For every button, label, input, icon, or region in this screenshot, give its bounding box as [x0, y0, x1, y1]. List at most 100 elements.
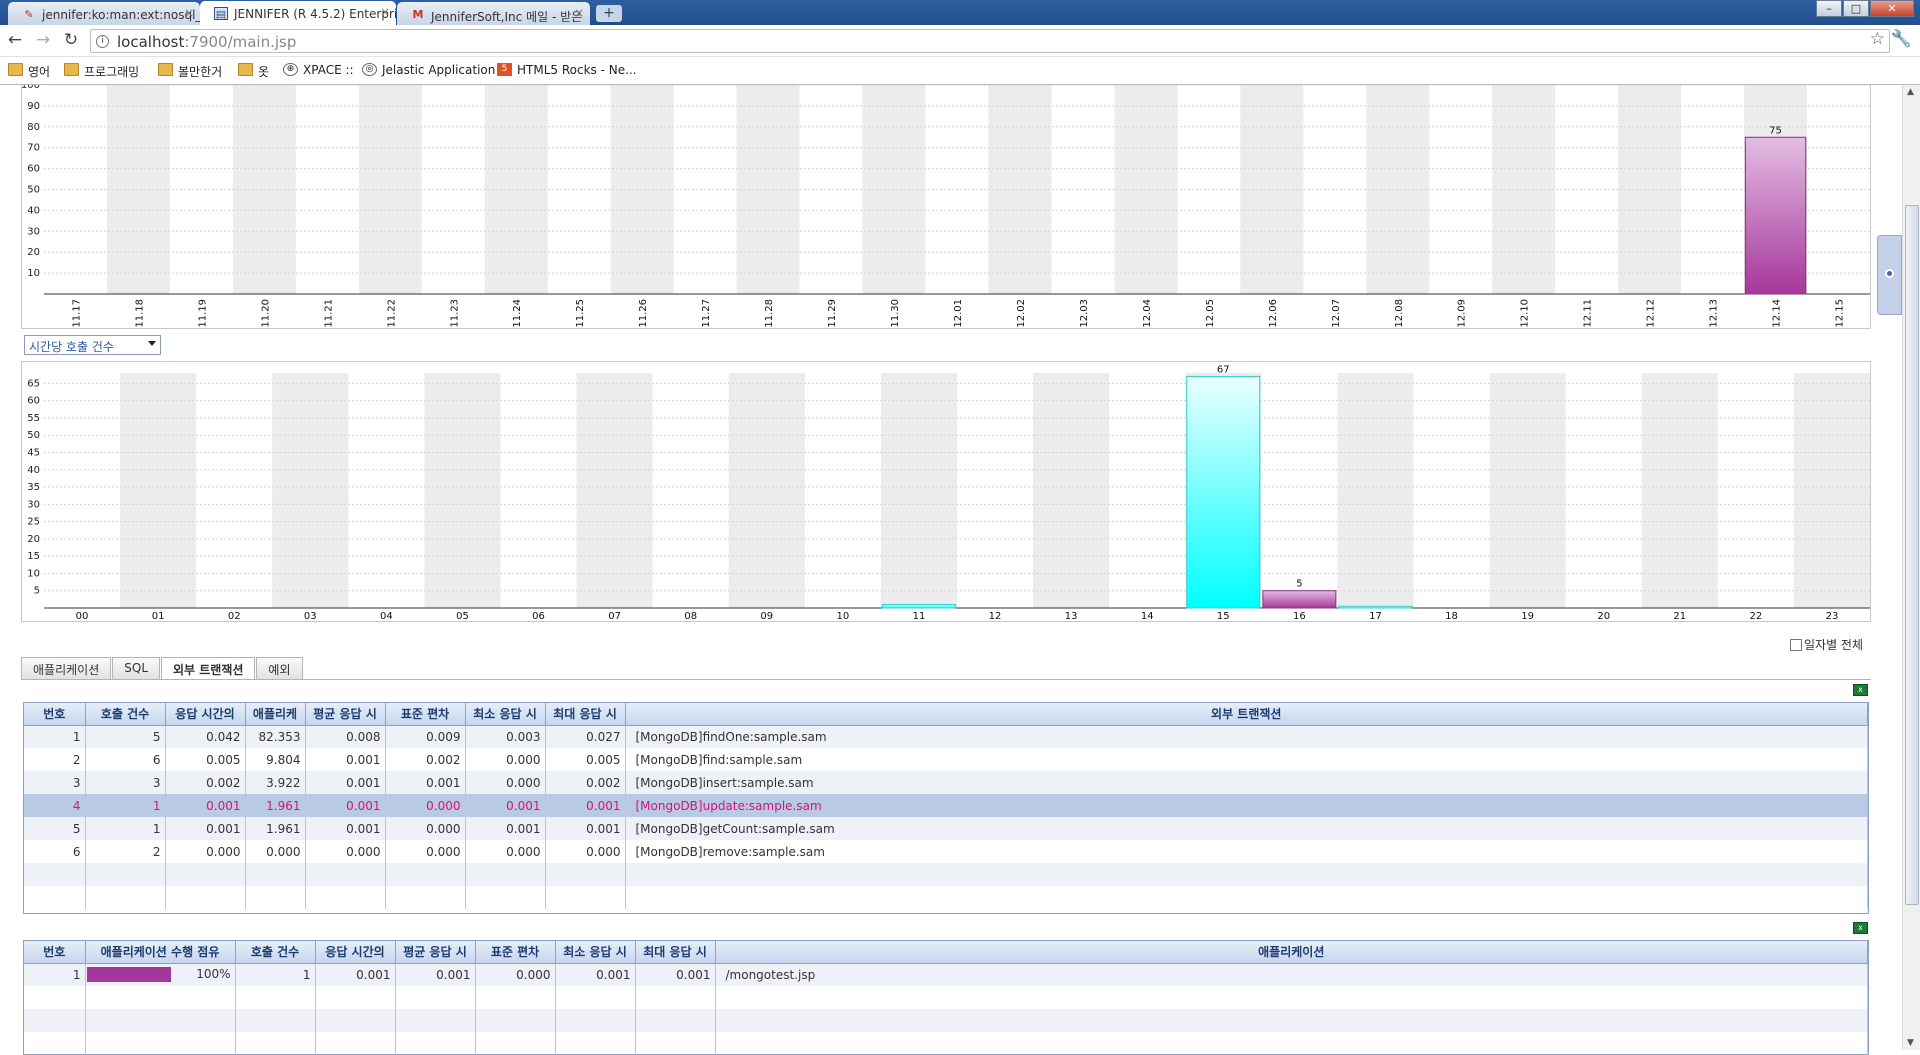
- table-row[interactable]: 1 100% 1 0.001 0.001 0.000 0.001 0.001/mongotes…: [24, 963, 1868, 986]
- table-row[interactable]: 6 2 0.000 0.000 0.000 0.000 0.000 0.000 [MongoDB…: [24, 840, 1868, 863]
- column-header[interactable]: 응답 시간의: [165, 703, 246, 726]
- table-row[interactable]: 1 5 0.042 82.353 0.008 0.009 0.003 0.027 [MongoD…: [24, 725, 1868, 748]
- table-row[interactable]: 3 3 0.002 3.922 0.001 0.001 0.000 0.002 [MongoDB…: [24, 771, 1868, 794]
- x-tick-label: 11.17: [71, 299, 82, 328]
- new-tab-button[interactable]: +: [596, 5, 622, 22]
- bar[interactable]: [1338, 605, 1413, 609]
- address-bar[interactable]: i localhost:7900/main.jsp: [90, 29, 1890, 53]
- table-cell: 6: [24, 840, 86, 863]
- column-header[interactable]: 표준 편차: [385, 703, 466, 726]
- band-shade: [1793, 373, 1870, 608]
- band-shade: [1337, 373, 1414, 608]
- bar[interactable]: [1262, 590, 1337, 609]
- y-tick-label: 20: [27, 534, 40, 545]
- bookmark-star-icon[interactable]: ☆: [1870, 29, 1885, 49]
- table-cell: 0.000: [465, 748, 546, 771]
- page-scrollbar[interactable]: ▲ ▼: [1902, 85, 1920, 1050]
- scrollbar-thumb[interactable]: [1905, 205, 1919, 905]
- browser-tab-jennifer[interactable]: ▤ JENNIFER (R 4.5.2) Enterpri ×: [200, 1, 396, 25]
- wrench-menu-icon[interactable]: 🔧: [1891, 29, 1912, 49]
- column-header[interactable]: 애플리케이션: [715, 941, 1868, 964]
- bookmark-jelastic[interactable]: ◎ Jelastic Application: [362, 63, 495, 77]
- column-header[interactable]: 애플리케: [245, 703, 306, 726]
- browser-tab-wiki[interactable]: ✎ jennifer:ko:man:ext:nosql_n ×: [8, 2, 200, 25]
- minimize-button[interactable]: –: [1816, 0, 1842, 17]
- table-cell: 3.922: [245, 771, 306, 794]
- table-cell: 1: [85, 817, 166, 840]
- column-header[interactable]: 평균 응답 시: [395, 941, 476, 964]
- scroll-down-arrow-icon[interactable]: ▼: [1907, 1038, 1914, 1048]
- bookmark-xpace[interactable]: ⊕ XPACE ::: [283, 63, 354, 77]
- tab-sql[interactable]: SQL: [112, 657, 160, 679]
- x-tick-label: 12: [989, 611, 1002, 622]
- x-tick-label: 12.15: [1835, 299, 1846, 328]
- tab-external-transaction[interactable]: 외부 트랜잭션: [161, 657, 256, 680]
- column-header[interactable]: 번호: [24, 703, 86, 726]
- table-cell: [85, 886, 166, 909]
- table-cell: [715, 1009, 1868, 1032]
- bookmark-worth-watching[interactable]: 볼만한거: [158, 63, 222, 80]
- column-header[interactable]: 최대 응답 시: [545, 703, 626, 726]
- tab-application[interactable]: 애플리케이션: [21, 657, 112, 679]
- column-header[interactable]: 응답 시간의: [315, 941, 396, 964]
- excel-export-icon[interactable]: x: [1853, 922, 1868, 934]
- column-header[interactable]: 최대 응답 시: [635, 941, 716, 964]
- bookmark-english[interactable]: 영어: [8, 63, 50, 80]
- x-tick-label: 09: [760, 611, 773, 622]
- close-window-button[interactable]: ✕: [1870, 0, 1914, 17]
- table-row[interactable]: 2 6 0.005 9.804 0.001 0.002 0.000 0.005 [MongoDB…: [24, 748, 1868, 771]
- bar[interactable]: [1186, 375, 1261, 609]
- column-header[interactable]: 외부 트랜잭션: [625, 703, 1868, 726]
- table-cell: 0.001: [165, 817, 246, 840]
- close-icon[interactable]: ×: [380, 5, 390, 19]
- table-cell: 9.804: [245, 748, 306, 771]
- excel-export-icon[interactable]: x: [1853, 684, 1868, 696]
- x-tick-label: 12.05: [1205, 299, 1216, 328]
- maximize-button[interactable]: □: [1843, 0, 1869, 17]
- y-tick-label: 60: [27, 164, 40, 175]
- hourly-metric-select[interactable]: 시간당 호출 건수: [24, 335, 161, 355]
- y-tick-label: 30: [27, 226, 40, 237]
- column-header[interactable]: 호출 건수: [85, 703, 166, 726]
- checkbox-icon[interactable]: [1790, 639, 1802, 651]
- browser-tab-mail[interactable]: M JenniferSoft,Inc 메일 - 받은 ×: [397, 2, 590, 25]
- table-row[interactable]: 5 1 0.001 1.961 0.001 0.000 0.001 0.001 [MongoDB…: [24, 817, 1868, 840]
- table-cell: [245, 863, 306, 886]
- table-cell: 1: [24, 963, 86, 986]
- column-header[interactable]: 최소 응답 시: [555, 941, 636, 964]
- column-header[interactable]: 애플리케이션 수행 점유: [85, 941, 236, 964]
- browser-tab-title: jennifer:ko:man:ext:nosql_n: [42, 8, 200, 22]
- table-row[interactable]: 4 1 0.001 1.961 0.001 0.000 0.001 0.001 [MongoDB…: [24, 794, 1868, 817]
- bar[interactable]: [881, 604, 956, 609]
- bookmark-html5rocks[interactable]: 5 HTML5 Rocks - Ne...: [497, 63, 637, 77]
- table-cell: 0.001: [635, 963, 716, 986]
- column-header[interactable]: 번호: [24, 941, 86, 964]
- folder-icon: [158, 63, 173, 76]
- forward-arrow-icon[interactable]: →: [32, 29, 54, 51]
- column-header[interactable]: 최소 응답 시: [465, 703, 546, 726]
- bookmark-clothes[interactable]: 옷: [238, 63, 269, 80]
- close-icon[interactable]: ×: [574, 6, 584, 20]
- y-tick-label: 40: [27, 465, 40, 476]
- close-icon[interactable]: ×: [184, 6, 194, 20]
- table-cell: 0.001: [165, 794, 246, 817]
- column-header[interactable]: 호출 건수: [235, 941, 316, 964]
- y-tick-label: 45: [27, 447, 40, 458]
- side-panel-toggle[interactable]: [1877, 235, 1902, 315]
- reload-icon[interactable]: ↻: [60, 29, 82, 51]
- page-info-icon[interactable]: i: [96, 35, 109, 48]
- column-header[interactable]: 표준 편차: [475, 941, 556, 964]
- table-cell: [165, 886, 246, 909]
- scroll-up-arrow-icon[interactable]: ▲: [1907, 87, 1914, 97]
- x-tick-label: 12.07: [1331, 299, 1342, 328]
- bookmark-programming[interactable]: 프로그래밍: [64, 63, 139, 80]
- x-tick-label: 01: [152, 611, 165, 622]
- table-cell: [24, 863, 86, 886]
- tab-exception[interactable]: 예외: [256, 657, 303, 679]
- y-tick-label: 50: [27, 185, 40, 196]
- back-arrow-icon[interactable]: ←: [4, 29, 26, 51]
- column-header[interactable]: 평균 응답 시: [305, 703, 386, 726]
- table-cell: [24, 1032, 86, 1055]
- bar[interactable]: [1744, 136, 1807, 295]
- daily-total-checkbox[interactable]: 일자별 전체: [1790, 636, 1863, 653]
